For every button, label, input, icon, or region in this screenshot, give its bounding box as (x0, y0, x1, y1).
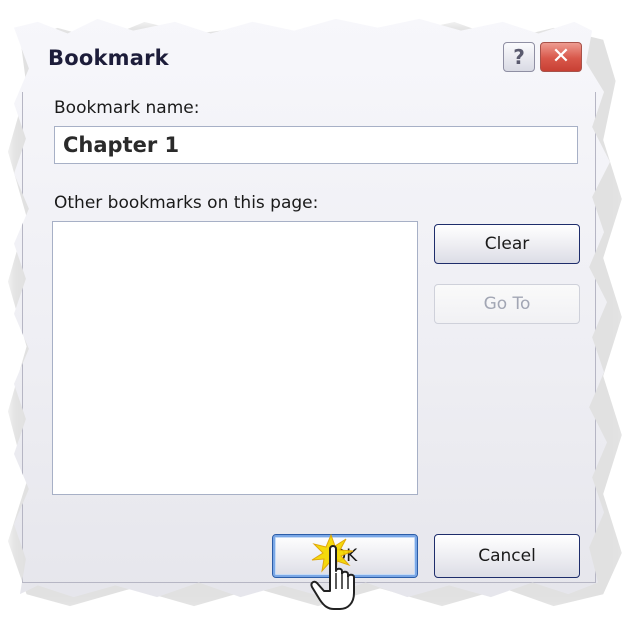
ok-button[interactable]: OK (272, 534, 418, 578)
title-bar: Bookmark ? ✕ (14, 19, 610, 88)
go-to-button[interactable]: Go To (434, 284, 580, 324)
close-button[interactable]: ✕ (540, 42, 582, 72)
clear-button[interactable]: Clear (434, 224, 580, 264)
cancel-button[interactable]: Cancel (434, 534, 580, 578)
bookmark-dialog: Bookmark ? ✕ Bookmark name: Other bookma… (14, 18, 610, 598)
help-button[interactable]: ? (503, 42, 535, 72)
other-bookmarks-label: Other bookmarks on this page: (54, 193, 319, 213)
screenshot-stage: Bookmark ? ✕ Bookmark name: Other bookma… (0, 0, 633, 628)
dialog-title: Bookmark (48, 46, 169, 70)
other-bookmarks-list[interactable] (52, 221, 418, 495)
close-icon: ✕ (551, 44, 571, 69)
help-icon: ? (513, 45, 525, 69)
bookmark-name-label: Bookmark name: (54, 98, 200, 118)
bookmark-name-field[interactable] (54, 126, 578, 164)
